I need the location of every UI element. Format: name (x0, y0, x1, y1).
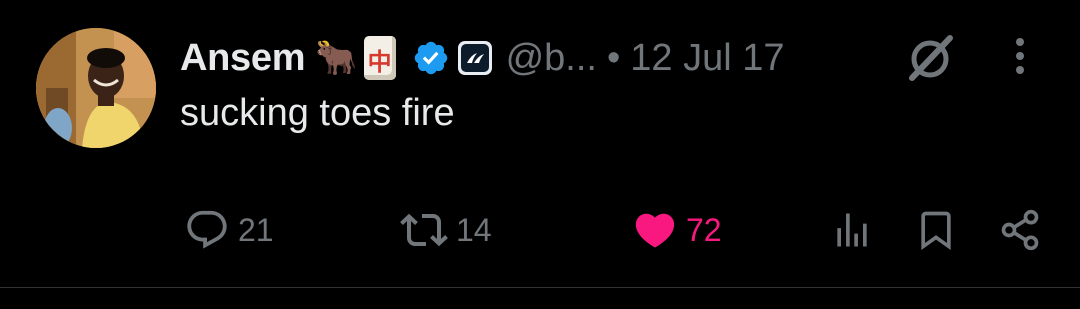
bookmark-button[interactable] (914, 206, 958, 254)
share-icon (1001, 209, 1039, 251)
bull-emoji: 🐂 (315, 38, 358, 78)
user-handle[interactable]: @b... (506, 37, 597, 80)
tweet-date[interactable]: 12 Jul 17 (630, 37, 784, 80)
like-button[interactable]: 72 (632, 206, 722, 254)
reply-button[interactable]: 21 (184, 206, 274, 254)
profile-photo (36, 28, 156, 148)
tweet[interactable]: Ansem 🐂 中 @b... • 12 Jul 17 sucking toes… (0, 0, 1080, 309)
mahjong-glyph: 中 (367, 48, 392, 76)
share-button[interactable] (998, 206, 1042, 254)
bookmark-icon (921, 211, 951, 251)
grok-icon[interactable] (904, 32, 958, 82)
affiliate-mark-icon (466, 53, 484, 63)
reply-icon (187, 210, 227, 249)
reply-count: 21 (238, 211, 274, 248)
views-icon (837, 213, 867, 247)
avatar[interactable] (36, 28, 156, 148)
divider (0, 287, 1080, 288)
affiliate-badge-icon[interactable] (457, 41, 492, 75)
more-icon[interactable] (1010, 36, 1030, 76)
repost-button[interactable]: 14 (400, 206, 492, 254)
affiliate-logo (460, 44, 489, 72)
views-button[interactable] (830, 206, 874, 254)
verified-badge-icon[interactable] (412, 39, 450, 77)
mahjong-emoji: 中 (363, 36, 396, 80)
repost-icon (400, 213, 448, 247)
tweet-header: Ansem 🐂 中 @b... • 12 Jul 17 (180, 30, 785, 86)
tweet-text: sucking toes fire (180, 92, 455, 134)
separator-dot: • (606, 36, 621, 79)
like-count: 72 (686, 211, 722, 248)
like-icon (635, 213, 675, 248)
display-name[interactable]: Ansem (180, 37, 306, 80)
repost-count: 14 (456, 211, 492, 248)
